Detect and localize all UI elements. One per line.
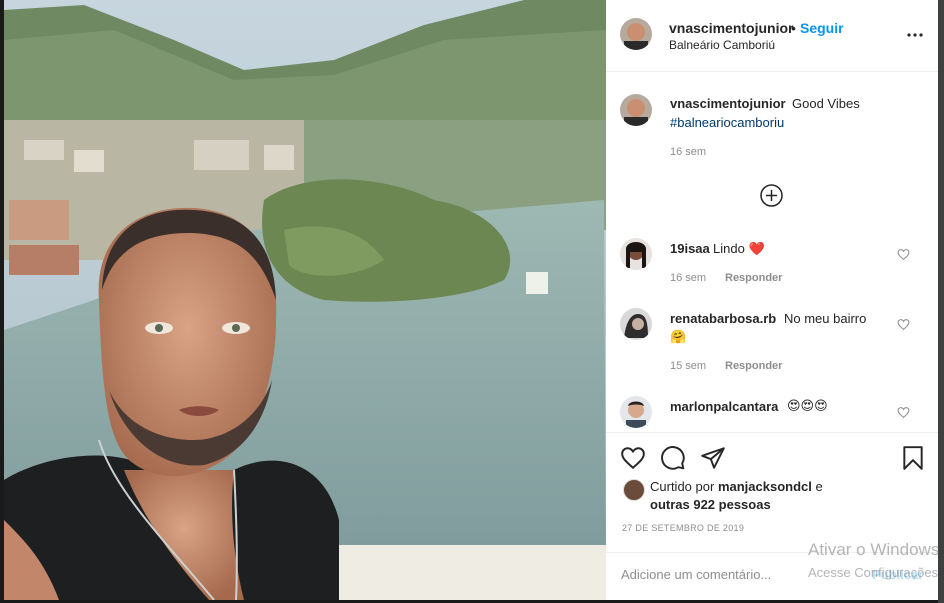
caption-hashtag[interactable]: #balneariocamboriu [670, 115, 784, 130]
comment-emoji: 😍😍😍 [787, 398, 828, 413]
comment-avatar[interactable] [620, 238, 652, 270]
share-icon[interactable] [700, 445, 726, 471]
comment-username[interactable]: renatabarbosa.rb [670, 311, 776, 326]
windows-activation-watermark-title: Ativar o Windows [808, 540, 940, 559]
add-circle-icon[interactable] [759, 183, 784, 208]
liker-username[interactable]: manjacksondcl [718, 479, 812, 494]
caption-username[interactable]: vnascimentojunior [670, 96, 786, 111]
comment-username[interactable]: marlonpalcantara [670, 399, 778, 414]
likes-line: Curtido por manjacksondcl e [650, 479, 823, 494]
comment-username[interactable]: 19isaa [670, 241, 710, 256]
caption-time[interactable]: 16 sem [670, 146, 706, 158]
author-avatar-image [620, 18, 652, 50]
liker-avatar[interactable] [623, 479, 645, 501]
comment-text: No meu bairro [784, 311, 867, 326]
likes-count[interactable]: outras 922 pessoas [650, 497, 771, 512]
comment-avatar-image [620, 238, 652, 270]
background-edge [938, 0, 944, 603]
comment-like-heart-icon[interactable] [897, 248, 910, 261]
caption-text: Good Vibes [792, 96, 860, 111]
comment-avatar[interactable] [620, 308, 652, 340]
comment-time[interactable]: 15 sem [670, 360, 706, 372]
post-side-panel: vnascimentojunior • Seguir Balneário Cam… [606, 0, 938, 600]
comment-like-heart-icon[interactable] [897, 318, 910, 331]
post-header: vnascimentojunior • Seguir Balneário Cam… [606, 0, 938, 72]
post-location[interactable]: Balneário Camboriú [669, 38, 775, 52]
comment-avatar-image [620, 396, 652, 428]
bookmark-icon[interactable] [900, 445, 926, 471]
comment-avatar-image [620, 308, 652, 340]
separator-dot: • [791, 20, 796, 36]
comment-icon[interactable] [660, 445, 686, 471]
comment-avatar[interactable] [620, 396, 652, 428]
follow-button[interactable]: Seguir [800, 20, 844, 36]
author-username[interactable]: vnascimentojunior [669, 20, 793, 36]
more-icon[interactable] [906, 26, 924, 44]
reply-button[interactable]: Responder [725, 272, 782, 284]
comment-time[interactable]: 16 sem [670, 272, 706, 284]
reply-button[interactable]: Responder [725, 360, 782, 372]
post-photo[interactable] [4, 0, 606, 600]
post-actions: Curtido por manjacksondcl e outras 922 p… [606, 432, 938, 552]
comment-emoji: 🤗 [670, 329, 687, 344]
selfie-river-landscape-image [4, 0, 606, 600]
windows-activation-watermark-subtitle: Acesse Configurações [808, 565, 939, 580]
author-avatar[interactable] [620, 18, 652, 50]
caption-avatar[interactable] [620, 94, 652, 126]
comment-input[interactable]: Adicione um comentário... [621, 567, 771, 582]
comment-like-heart-icon[interactable] [897, 406, 910, 419]
post-date[interactable]: 27 DE SETEMBRO DE 2019 [622, 523, 744, 533]
caption-avatar-image [620, 94, 652, 126]
comment-text: Lindo ❤️ [713, 241, 765, 256]
heart-icon[interactable] [620, 445, 646, 471]
